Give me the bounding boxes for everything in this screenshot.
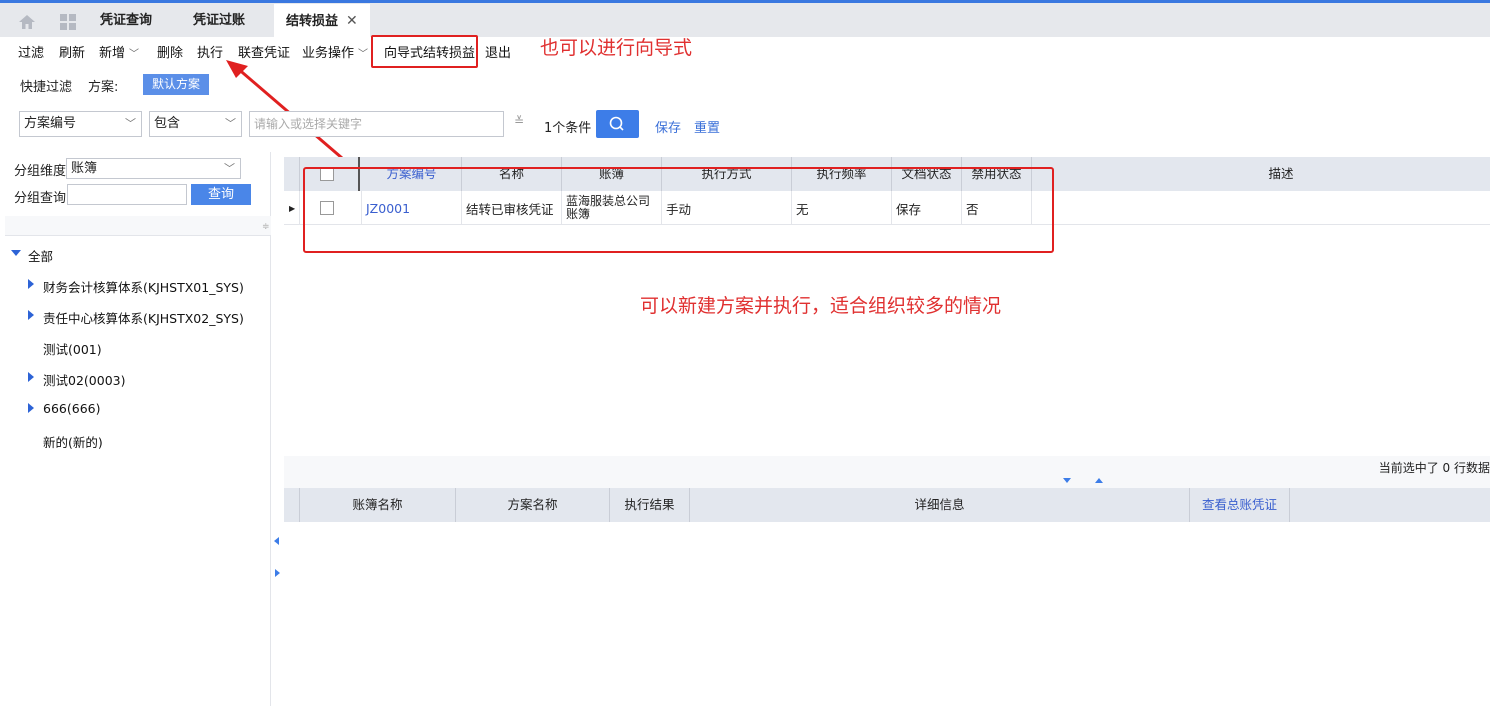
tab-voucher-query[interactable]: 凭证查询 bbox=[100, 4, 152, 40]
double-chevron-down-icon[interactable]: ≚ bbox=[514, 114, 524, 128]
group-query-label: 分组查询 bbox=[14, 191, 67, 206]
search-button[interactable] bbox=[596, 110, 639, 138]
delete-button[interactable]: 删除 bbox=[157, 42, 183, 61]
home-icon[interactable] bbox=[17, 12, 37, 32]
caret-right-icon[interactable] bbox=[28, 279, 34, 289]
tree-item[interactable]: 财务会计核算体系(KJHSTX01_SYS) bbox=[43, 277, 244, 296]
tree-root[interactable]: 全部 bbox=[28, 246, 53, 265]
caret-right-icon[interactable] bbox=[28, 403, 34, 413]
tree-item[interactable]: 责任中心核算体系(KJHSTX02_SYS) bbox=[43, 308, 244, 327]
chevron-down-icon: ﹀ bbox=[125, 117, 136, 130]
default-plan-button[interactable]: 默认方案 bbox=[143, 74, 209, 95]
filter-button[interactable]: 过滤 bbox=[18, 42, 44, 61]
tree-item[interactable]: 666(666) bbox=[43, 401, 100, 416]
annotation-plan-note: 可以新建方案并执行，适合组织较多的情况 bbox=[640, 295, 1002, 317]
collapse-left-icon[interactable] bbox=[274, 537, 279, 545]
group-dimension-label: 分组维度 bbox=[14, 164, 67, 179]
tree-item[interactable]: 测试(001) bbox=[43, 339, 102, 358]
tab-bar: 凭证查询 凭证过账 结转损益 ✕ bbox=[0, 0, 1490, 40]
chevron-down-icon: ﹀ bbox=[224, 162, 235, 175]
tree-item[interactable]: 新的(新的) bbox=[43, 432, 103, 451]
status-bar: 当前选中了 0 行数据 bbox=[284, 456, 1490, 488]
panel-down-icon[interactable] bbox=[1063, 478, 1071, 483]
column-header-description[interactable]: 描述 bbox=[1032, 157, 1490, 191]
condition-count: 1个条件 bbox=[544, 121, 592, 136]
chevron-down-icon: ﹀ bbox=[225, 117, 236, 130]
save-link[interactable]: 保存 bbox=[655, 117, 681, 136]
resize-grip-icon[interactable]: ≑ bbox=[262, 222, 270, 232]
reset-link[interactable]: 重置 bbox=[694, 117, 720, 136]
column-header-details[interactable]: 详细信息 bbox=[690, 488, 1190, 522]
field-select-value: 方案编号 bbox=[24, 116, 77, 131]
plan-label: 方案: bbox=[88, 80, 119, 95]
splitter-bar bbox=[5, 216, 271, 236]
caret-right-icon[interactable] bbox=[28, 372, 34, 382]
refresh-button[interactable]: 刷新 bbox=[59, 42, 85, 61]
quick-filter-label: 快捷过滤 bbox=[20, 80, 73, 95]
row-pointer-icon: ▶ bbox=[284, 191, 300, 225]
expand-right-icon[interactable] bbox=[275, 569, 280, 577]
tab-voucher-posting[interactable]: 凭证过账 bbox=[193, 4, 245, 40]
panel-up-icon[interactable] bbox=[1095, 478, 1103, 483]
annotation-highlight-box bbox=[371, 35, 478, 68]
group-query-input[interactable] bbox=[67, 184, 187, 205]
row-indicator-header bbox=[284, 157, 300, 191]
tree-item[interactable]: 测试02(0003) bbox=[43, 370, 125, 389]
chevron-down-icon: ﹀ bbox=[129, 49, 140, 60]
row-indicator-header bbox=[284, 488, 300, 522]
exit-button[interactable]: 退出 bbox=[485, 42, 511, 61]
add-label: 新增 bbox=[99, 46, 126, 61]
chevron-down-icon: ﹀ bbox=[358, 49, 369, 60]
view-ledger-voucher-link[interactable]: 查看总账凭证 bbox=[1190, 488, 1290, 522]
annotation-wizard-note: 也可以进行向导式 bbox=[540, 37, 693, 59]
group-dimension-select[interactable]: 账簿 ﹀ bbox=[66, 158, 241, 179]
operator-select[interactable]: 包含 ﹀ bbox=[149, 111, 242, 137]
operator-select-value: 包含 bbox=[154, 116, 181, 131]
close-icon[interactable]: ✕ bbox=[346, 13, 358, 29]
selected-count-text: 当前选中了 0 行数据 bbox=[1378, 461, 1490, 475]
group-dimension-value: 账簿 bbox=[71, 161, 98, 176]
tab-label: 结转损益 bbox=[286, 14, 339, 29]
field-select[interactable]: 方案编号 ﹀ bbox=[19, 111, 142, 137]
add-button[interactable]: 新增 ﹀ bbox=[99, 42, 139, 61]
apps-grid-icon[interactable] bbox=[58, 12, 78, 32]
cell-description bbox=[1032, 191, 1490, 225]
caret-right-icon[interactable] bbox=[28, 310, 34, 320]
caret-down-icon[interactable] bbox=[11, 250, 21, 256]
tab-profit-loss-transfer[interactable]: 结转损益 ✕ bbox=[274, 4, 370, 40]
keyword-input[interactable]: 请输入或选择关键字 bbox=[249, 111, 504, 137]
column-header-exec-result[interactable]: 执行结果 bbox=[610, 488, 690, 522]
column-header-plan-name[interactable]: 方案名称 bbox=[456, 488, 610, 522]
search-icon bbox=[609, 116, 624, 131]
result-grid-header: 账簿名称 方案名称 执行结果 详细信息 查看总账凭证 bbox=[284, 488, 1490, 522]
column-header-book-name[interactable]: 账簿名称 bbox=[300, 488, 456, 522]
annotation-red-box bbox=[303, 167, 1054, 253]
query-button[interactable]: 查询 bbox=[191, 184, 251, 205]
